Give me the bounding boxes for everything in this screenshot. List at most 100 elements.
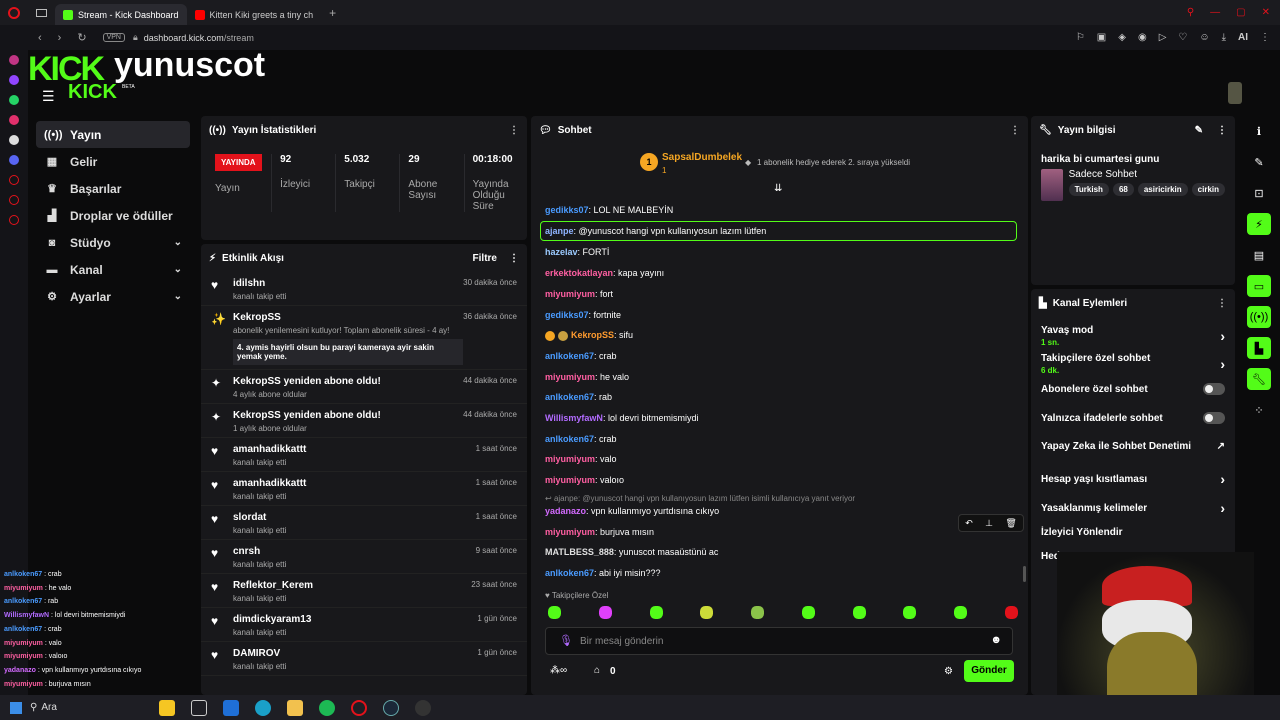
chat-username[interactable]: miyumiyum <box>545 289 595 299</box>
channel-action-item[interactable]: Abonelere özel sohbet <box>1031 383 1235 395</box>
steam-icon[interactable] <box>383 699 400 716</box>
activity-item[interactable]: ♥ Reflektor_Kerem kanalı takip etti 23 saat… <box>201 574 527 608</box>
camera-icon[interactable]: ◉ <box>1138 32 1147 43</box>
scroll-down-icon[interactable]: ⇊ <box>774 183 782 194</box>
activity-item[interactable]: ♥ dimdickyaram13 kanalı takip etti 1 gün ön… <box>201 608 527 642</box>
channel-action-item[interactable]: Yalnızca ifadelerle sohbet <box>1031 412 1235 424</box>
chat-message[interactable]: gedikks07: LOL NE MALBEYİN <box>545 205 673 215</box>
emote-icon[interactable] <box>598 606 612 619</box>
chat-username[interactable]: anlkoken67 <box>545 434 594 444</box>
obs-icon[interactable] <box>415 699 432 716</box>
bookmark-icon[interactable]: ⚐ <box>1076 32 1085 43</box>
chat-input[interactable]: 🎙︎ Bir mesaj gönderin ☻ <box>545 627 1013 655</box>
channel-action-item[interactable]: Yavaş mod 1 sn. › <box>1031 325 1235 347</box>
snapshot-icon[interactable]: ▣ <box>1097 32 1106 43</box>
url-host[interactable]: dashboard.kick.com <box>144 33 224 43</box>
chat-scrollbar[interactable] <box>1023 566 1026 582</box>
emote-icon[interactable] <box>700 606 714 619</box>
discord-icon[interactable] <box>9 155 19 165</box>
whatsapp-icon[interactable] <box>9 95 19 105</box>
chat-username[interactable]: hazelav <box>545 247 578 257</box>
activity-item[interactable]: ♥ amanhadikkattt kanalı takip etti 1 saat ö… <box>201 472 527 506</box>
opera-icon[interactable] <box>351 699 368 716</box>
nav-item-achievements[interactable]: ♛ Başarılar <box>36 175 190 202</box>
gear-icon[interactable]: ⚙ <box>944 666 953 677</box>
twitch-icon[interactable] <box>9 75 19 85</box>
chat-message[interactable]: miyumiyum: he valo <box>545 372 629 382</box>
ai-button[interactable]: AI <box>1238 32 1248 43</box>
tab-kick-dashboard[interactable]: Stream - Kick Dashboard <box>55 4 187 25</box>
chat-message[interactable]: anlkoken67: crab <box>545 434 617 444</box>
channel-points-icon[interactable]: ⁂∞ <box>550 665 567 676</box>
instagram-icon[interactable] <box>9 55 19 65</box>
more-icon[interactable]: ⋮ <box>1217 298 1227 309</box>
chat-message[interactable]: anlkoken67: rab <box>545 392 612 402</box>
chat-message[interactable]: WillismyfawN: lol devri bitmemismiydi <box>545 413 698 423</box>
chat-message[interactable]: anlkoken67: crab <box>545 351 617 361</box>
mail-icon[interactable] <box>223 699 240 716</box>
vpn-badge[interactable]: VPN <box>102 33 125 42</box>
opera-logo-icon[interactable] <box>8 6 20 19</box>
flag-icon[interactable]: ▙ <box>1247 337 1271 359</box>
chat-username[interactable]: anlkoken67 <box>545 351 594 361</box>
history-icon[interactable] <box>9 175 19 185</box>
more-icon[interactable]: ⋮ <box>1010 125 1020 136</box>
tag-chip[interactable]: asiricirkin <box>1137 183 1188 196</box>
channel-action-item[interactable]: Takipçilere özel sohbet 6 dk. › <box>1031 353 1235 375</box>
menu-icon[interactable]: ⋮ <box>1260 32 1270 43</box>
broadcast-icon[interactable]: ((•)) <box>1247 306 1271 328</box>
lightning-icon[interactable]: ⚡︎ <box>1247 213 1271 235</box>
search-tabs-icon[interactable]: ⚲ <box>1187 7 1194 18</box>
tag-chip[interactable]: 68 <box>1112 183 1134 196</box>
taskbar-search[interactable]: Ara <box>41 702 151 713</box>
emote-icon[interactable] <box>801 606 815 619</box>
category-name[interactable]: Sadece Sohbet <box>1069 169 1225 180</box>
activity-item[interactable]: ✨ KekropSS abonelik yenilemesini kutluyor!… <box>201 306 527 370</box>
channel-action-item[interactable]: Hesap yaşı kısıtlaması › <box>1031 471 1235 487</box>
url-path[interactable]: /stream <box>224 33 254 43</box>
chat-message[interactable]: anlkoken67: abi iyi misin??? <box>545 568 661 578</box>
nav-item-settings[interactable]: ⚙ Ayarlar ⌄ <box>36 283 190 310</box>
emote-icon[interactable] <box>954 606 968 619</box>
spotify-icon[interactable] <box>319 699 336 716</box>
channel-action-item[interactable]: İzleyici Yönlendir <box>1031 527 1235 538</box>
activity-item[interactable]: ♥ cnrsh kanalı takip etti 9 saat önce <box>201 540 527 574</box>
chat-username[interactable]: miyumiyum <box>545 454 595 464</box>
chat-username[interactable]: gedikks07 <box>545 205 589 215</box>
channel-action-item[interactable]: Yasaklanmış kelimeler › <box>1031 500 1235 516</box>
pin-icon[interactable]: ⊥ <box>985 518 993 529</box>
chat-message[interactable]: miyumiyum: fort <box>545 289 613 299</box>
minimize-button[interactable]: — <box>1210 7 1220 18</box>
search-icon[interactable]: ⚲ <box>30 702 37 713</box>
more-icon[interactable]: ⋮ <box>509 253 519 264</box>
toggle-switch[interactable] <box>1203 412 1225 424</box>
player-icon[interactable] <box>9 195 19 205</box>
close-button[interactable]: ✕ <box>1262 7 1270 18</box>
chat-username[interactable]: miyumiyum <box>545 527 595 537</box>
windows-start-icon[interactable] <box>10 701 22 714</box>
account-icon[interactable]: ☺ <box>1199 32 1209 43</box>
avatar[interactable] <box>1228 82 1242 104</box>
edit-icon[interactable]: ✎ <box>1195 125 1203 136</box>
activity-item[interactable]: ✦ KekropSS yeniden abone oldu! 4 aylık abo… <box>201 370 527 404</box>
activity-item[interactable]: ♥ DAMIROV kanalı takip etti 1 gün önce <box>201 642 527 676</box>
chat-username[interactable]: MATLBESS_888 <box>545 547 614 557</box>
wrench-icon[interactable]: 🔧︎ <box>1247 368 1271 390</box>
chat-message[interactable]: erkektokatlayan: kapa yayını <box>545 268 664 278</box>
nav-item-studio[interactable]: ◙ Stüdyo ⌄ <box>36 229 190 256</box>
play-icon[interactable]: ▷ <box>1159 32 1167 43</box>
more-icon[interactable]: ⋮ <box>1217 125 1227 136</box>
chat-username[interactable]: gedikks07 <box>545 310 589 320</box>
chat-username[interactable]: KekropSS <box>571 330 614 340</box>
chat-message[interactable]: miyumiyum: valo <box>545 454 617 464</box>
nav-item-stream[interactable]: ((•)) Yayın <box>36 121 190 148</box>
chat-username[interactable]: erkektokatlayan <box>545 268 613 278</box>
instagram-icon[interactable] <box>9 115 19 125</box>
chat-message[interactable]: miyumiyum: burjuva mısın <box>545 527 654 537</box>
tag-chip[interactable]: Turkish <box>1068 183 1109 196</box>
category-thumbnail[interactable] <box>1041 169 1063 201</box>
emote-icon[interactable] <box>1004 606 1018 619</box>
filter-button[interactable]: Filtre <box>473 253 497 264</box>
menu-icon[interactable]: ☰ <box>42 88 55 105</box>
list-icon[interactable]: ▤ <box>1238 244 1280 266</box>
